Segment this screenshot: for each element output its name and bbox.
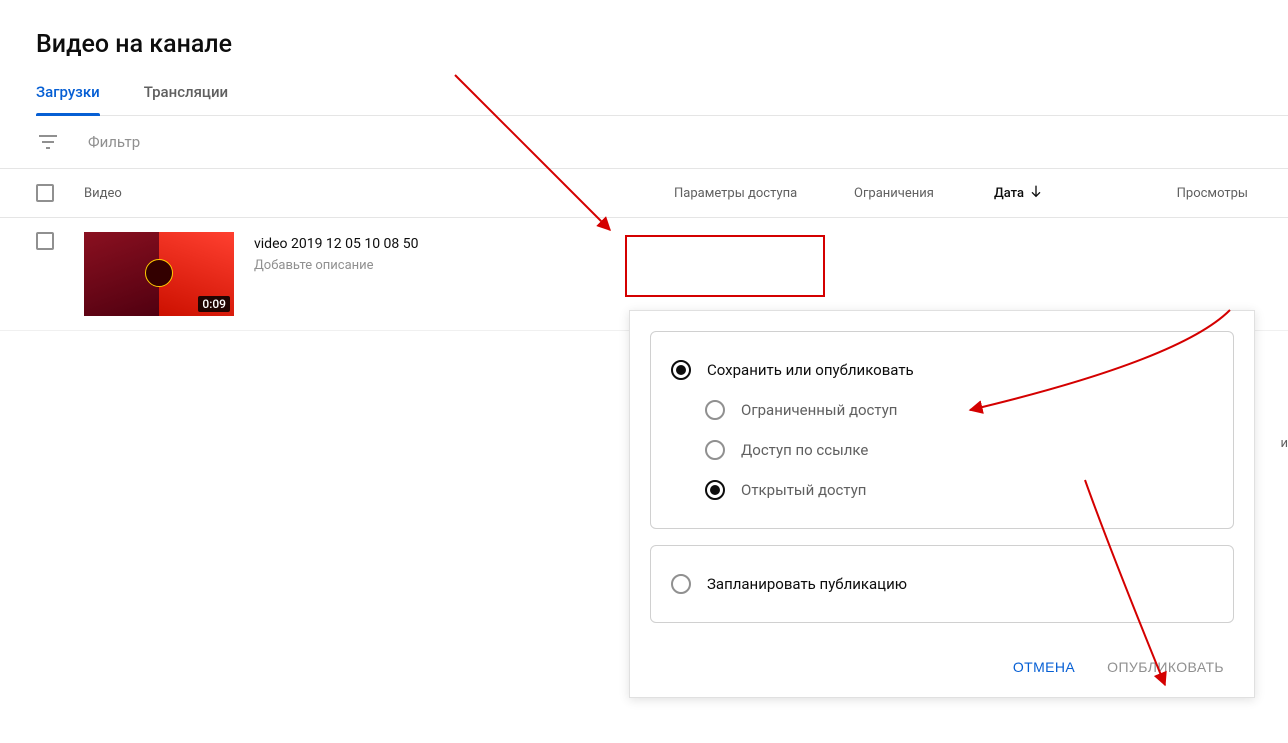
col-restrictions[interactable]: Ограничения <box>854 186 994 201</box>
row-checkbox[interactable] <box>36 232 54 250</box>
table-header: Видео Параметры доступа Ограничения Дата… <box>0 169 1288 218</box>
filter-row: Фильтр <box>0 116 1288 169</box>
page-title: Видео на канале <box>36 30 1288 59</box>
option-label: Ограниченный доступ <box>741 401 897 419</box>
tab-uploads[interactable]: Загрузки <box>36 83 100 115</box>
schedule-box: Запланировать публикацию <box>650 545 1234 623</box>
video-duration: 0:09 <box>198 296 230 312</box>
option-unlisted[interactable]: Доступ по ссылке <box>671 430 1213 470</box>
select-all-checkbox[interactable] <box>36 184 54 202</box>
radio-icon <box>671 360 691 380</box>
filter-input[interactable]: Фильтр <box>88 133 140 151</box>
option-label: Открытый доступ <box>741 481 866 499</box>
video-meta: video 2019 12 05 10 08 50 Добавьте описа… <box>254 232 418 273</box>
video-description-placeholder[interactable]: Добавьте описание <box>254 258 418 273</box>
option-label: Доступ по ссылке <box>741 441 868 459</box>
option-schedule[interactable]: Запланировать публикацию <box>671 564 1213 604</box>
option-save-publish[interactable]: Сохранить или опубликовать <box>671 350 1213 390</box>
visibility-popup: Сохранить или опубликовать Ограниченный … <box>629 310 1255 698</box>
option-private[interactable]: Ограниченный доступ <box>671 390 1213 430</box>
option-label: Запланировать публикацию <box>707 575 907 593</box>
tabs: Загрузки Трансляции <box>36 83 1288 116</box>
arrow-down-icon <box>1028 183 1044 203</box>
popup-actions: ОТМЕНА ОПУБЛИКОВАТЬ <box>650 639 1234 691</box>
col-video[interactable]: Видео <box>84 186 674 201</box>
publish-options-box: Сохранить или опубликовать Ограниченный … <box>650 331 1234 529</box>
radio-icon <box>705 440 725 460</box>
col-date-label: Дата <box>994 186 1024 201</box>
radio-icon <box>705 400 725 420</box>
radio-icon <box>671 574 691 594</box>
col-date[interactable]: Дата <box>994 183 1114 203</box>
col-views[interactable]: Просмотры <box>1114 186 1252 201</box>
video-title[interactable]: video 2019 12 05 10 08 50 <box>254 236 418 252</box>
partial-text: и <box>1280 436 1288 451</box>
col-visibility[interactable]: Параметры доступа <box>674 186 854 201</box>
option-label: Сохранить или опубликовать <box>707 361 914 379</box>
filter-icon[interactable] <box>36 130 60 154</box>
cancel-button[interactable]: ОТМЕНА <box>1003 651 1085 683</box>
radio-icon <box>705 480 725 500</box>
option-public[interactable]: Открытый доступ <box>671 470 1213 510</box>
video-thumbnail[interactable]: 0:09 <box>84 232 234 316</box>
tab-live[interactable]: Трансляции <box>144 83 228 115</box>
publish-button[interactable]: ОПУБЛИКОВАТЬ <box>1097 651 1234 683</box>
